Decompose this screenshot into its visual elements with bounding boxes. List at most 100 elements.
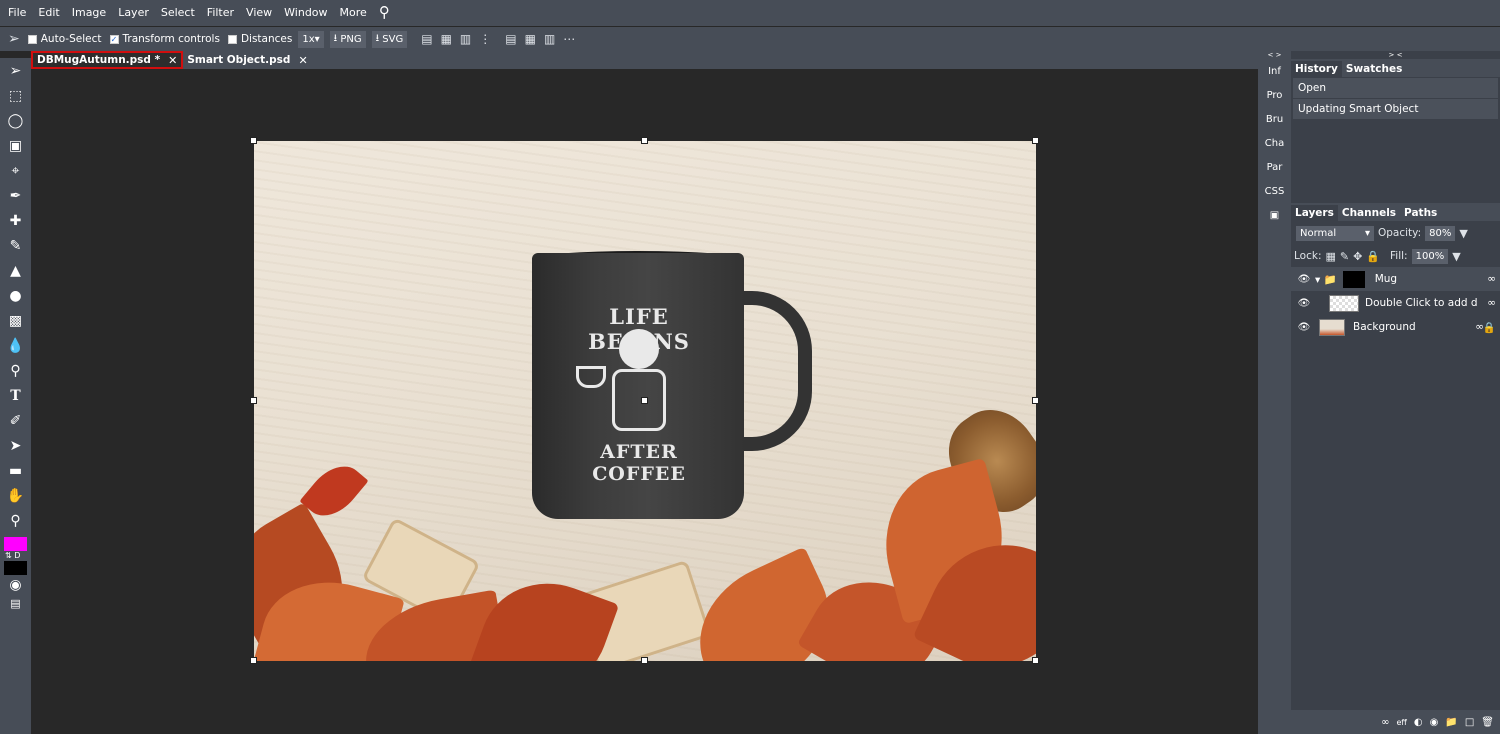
screen-mode-icon[interactable]: ▤ <box>0 595 31 611</box>
swap-default-icon[interactable]: ⇅ D <box>5 551 31 560</box>
menu-image[interactable]: Image <box>66 6 112 19</box>
healing-tool-icon[interactable]: ✚ <box>0 208 31 233</box>
folder-expand-icon[interactable]: ▾ 📁 <box>1315 273 1337 286</box>
tab-channels[interactable]: Channels <box>1338 205 1400 221</box>
transform-controls-checkbox[interactable]: ✓ Transform controls <box>109 33 220 45</box>
mask-icon[interactable]: ◉ <box>1430 717 1439 728</box>
fill-dropdown-icon[interactable]: ▼ <box>1452 250 1460 263</box>
menu-select[interactable]: Select <box>155 6 201 19</box>
strip-character[interactable]: Cha <box>1258 131 1291 155</box>
layer-row-mug[interactable]: 👁 ▾ 📁 Mug ∞ <box>1291 267 1500 291</box>
strip-paragraph[interactable]: Par <box>1258 155 1291 179</box>
align-bottom-icon[interactable]: ▥ <box>544 32 555 46</box>
distribute-v-icon[interactable]: ⋯ <box>563 32 575 46</box>
background-color-swatch[interactable] <box>4 561 27 575</box>
close-icon[interactable]: ✕ <box>298 54 307 67</box>
transform-handle[interactable] <box>1032 137 1039 144</box>
menu-file[interactable]: File <box>2 6 32 19</box>
strip-brush[interactable]: Bru <box>1258 107 1291 131</box>
blur-tool-icon[interactable]: 💧 <box>0 333 31 358</box>
lock-position-icon[interactable]: ✥ <box>1353 250 1362 263</box>
lock-pixels-icon[interactable]: ✎ <box>1340 250 1349 263</box>
layer-row-smart-object[interactable]: 👁 Double Click to add d ∞ <box>1291 291 1500 315</box>
strip-info[interactable]: Inf <box>1258 59 1291 83</box>
adjustment-icon[interactable]: ◐ <box>1414 717 1423 728</box>
tab-layers[interactable]: Layers <box>1291 205 1338 221</box>
transform-handle[interactable] <box>250 657 257 664</box>
transform-handle[interactable] <box>641 137 648 144</box>
collapse-icon[interactable]: > < <box>1291 51 1500 59</box>
layer-row-background[interactable]: 👁 Background ∞ 🔒 <box>1291 315 1500 339</box>
hand-tool-icon[interactable]: ✋ <box>0 483 31 508</box>
align-top-icon[interactable]: ▤ <box>505 32 516 46</box>
crop-tool-icon[interactable]: ⌖ <box>0 158 31 183</box>
transform-handle[interactable] <box>250 137 257 144</box>
history-item[interactable]: Open <box>1293 78 1498 98</box>
stamp-tool-icon[interactable]: ▲ <box>0 258 31 283</box>
effects-icon[interactable]: eff <box>1396 718 1406 727</box>
collapse-icon[interactable]: < > <box>1258 51 1291 59</box>
lock-all-icon[interactable]: 🔒 <box>1366 250 1380 263</box>
menu-view[interactable]: View <box>240 6 278 19</box>
transform-handle[interactable] <box>250 397 257 404</box>
strip-css[interactable]: CSS <box>1258 179 1291 203</box>
path-select-tool-icon[interactable]: ➤ <box>0 433 31 458</box>
opacity-input[interactable]: 80% <box>1425 225 1456 241</box>
foreground-color-swatch[interactable] <box>4 537 27 551</box>
zoom-tool-icon[interactable]: ⚲ <box>0 508 31 533</box>
align-right-icon[interactable]: ▥ <box>460 32 471 46</box>
link-layers-icon[interactable]: ∞ <box>1381 717 1389 728</box>
tab-paths[interactable]: Paths <box>1400 205 1441 221</box>
blend-mode-select[interactable]: Normal ▾ <box>1296 225 1374 241</box>
align-middle-icon[interactable]: ▦ <box>525 32 536 46</box>
delete-layer-icon[interactable]: 🗑 <box>1481 717 1494 728</box>
close-icon[interactable]: ✕ <box>168 54 177 67</box>
distances-checkbox[interactable]: Distances <box>227 33 292 45</box>
history-item[interactable]: Updating Smart Object <box>1293 99 1498 119</box>
shape-tool-icon[interactable]: ▬ <box>0 458 31 483</box>
opacity-dropdown-icon[interactable]: ▼ <box>1459 227 1467 240</box>
quick-mask-icon[interactable]: ◉ <box>0 575 31 595</box>
new-group-icon[interactable]: 📁 <box>1445 717 1457 728</box>
eye-icon[interactable]: 👁 <box>1297 274 1311 285</box>
gradient-tool-icon[interactable]: ▩ <box>0 308 31 333</box>
eye-icon[interactable]: 👁 <box>1297 298 1311 309</box>
pen-tool-icon[interactable]: ✐ <box>0 408 31 433</box>
transform-handle[interactable] <box>1032 657 1039 664</box>
eye-icon[interactable]: 👁 <box>1297 322 1311 333</box>
export-svg-button[interactable]: ⭳ SVG <box>371 30 408 48</box>
link-icon[interactable]: ∞ <box>1487 297 1496 309</box>
tab-smart-object[interactable]: Smart Object.psd ✕ <box>183 51 311 69</box>
export-png-button[interactable]: ⭳ PNG <box>329 30 366 48</box>
eraser-tool-icon[interactable]: ● <box>0 283 31 308</box>
lasso-tool-icon[interactable]: ◯ <box>0 108 31 133</box>
dodge-tool-icon[interactable]: ⚲ <box>0 358 31 383</box>
strip-properties[interactable]: Pro <box>1258 83 1291 107</box>
align-left-icon[interactable]: ▤ <box>421 32 432 46</box>
fill-input[interactable]: 100% <box>1411 248 1449 264</box>
marquee-tool-icon[interactable]: ⬚ <box>0 83 31 108</box>
eyedropper-tool-icon[interactable]: ✒ <box>0 183 31 208</box>
tab-swatches[interactable]: Swatches <box>1342 61 1406 77</box>
menu-filter[interactable]: Filter <box>201 6 240 19</box>
menu-edit[interactable]: Edit <box>32 6 65 19</box>
align-center-h-icon[interactable]: ▦ <box>441 32 452 46</box>
lock-transparency-icon[interactable]: ▦ <box>1325 250 1335 263</box>
search-icon[interactable]: ⚲ <box>373 3 396 21</box>
transform-handle[interactable] <box>1032 397 1039 404</box>
transform-handle[interactable] <box>641 657 648 664</box>
tab-history[interactable]: History <box>1291 61 1342 77</box>
tab-dbmugautumn[interactable]: DBMugAutumn.psd * ✕ <box>31 51 184 69</box>
scale-select[interactable]: 1x ▾ <box>298 30 324 48</box>
image-icon[interactable]: ▣ <box>1258 203 1291 227</box>
menu-layer[interactable]: Layer <box>112 6 155 19</box>
distribute-h-icon[interactable]: ⋮ <box>479 32 491 46</box>
auto-select-checkbox[interactable]: Auto-Select <box>27 33 102 45</box>
menu-more[interactable]: More <box>334 6 373 19</box>
transform-handle[interactable] <box>641 397 648 404</box>
move-tool-icon[interactable]: ➢ <box>0 58 31 83</box>
link-icon[interactable]: ∞ <box>1487 273 1496 285</box>
quick-select-tool-icon[interactable]: ▣ <box>0 133 31 158</box>
type-tool-icon[interactable]: T <box>0 383 31 408</box>
brush-tool-icon[interactable]: ✎ <box>0 233 31 258</box>
